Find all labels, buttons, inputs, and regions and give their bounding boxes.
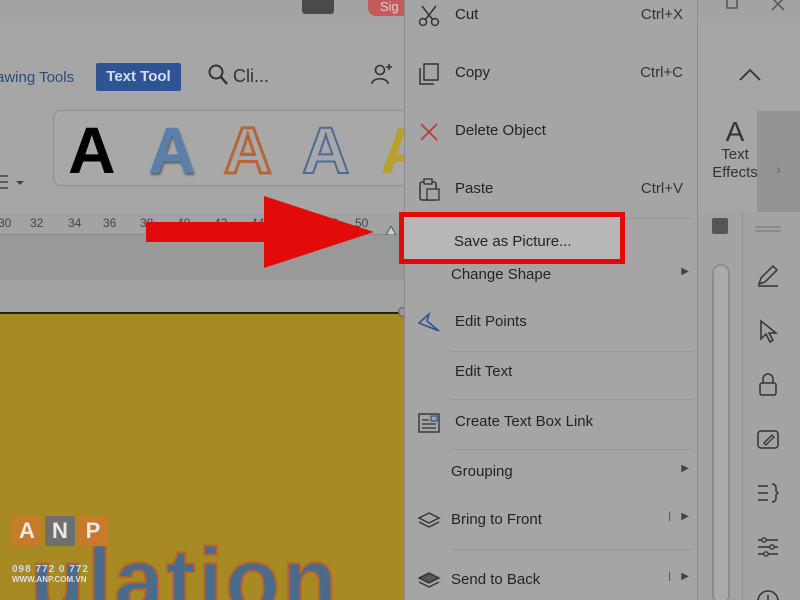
menu-item-save-as-picture[interactable]: Save as Picture... bbox=[399, 212, 625, 264]
search-text[interactable]: Cli... bbox=[233, 66, 269, 87]
edit-frame-icon[interactable] bbox=[755, 426, 781, 452]
menu-item-label: Bring to Front bbox=[451, 511, 542, 528]
ruler-number: 32 bbox=[30, 216, 44, 230]
sidebar-drag-handle[interactable] bbox=[755, 226, 781, 232]
lock-icon[interactable] bbox=[755, 372, 781, 398]
menu-item-grouping[interactable]: Grouping ▶ bbox=[405, 453, 699, 493]
bring-front-icon bbox=[417, 512, 441, 528]
sign-in-label: Sig bbox=[380, 0, 399, 14]
text-effects-label-2: Effects bbox=[712, 164, 758, 181]
settings-sliders-icon[interactable] bbox=[755, 534, 781, 560]
menu-item-shortcut: Ctrl+V bbox=[640, 180, 683, 197]
document-page bbox=[0, 280, 404, 310]
clock-icon[interactable] bbox=[755, 588, 781, 600]
scissors-icon bbox=[418, 5, 440, 27]
send-back-icon bbox=[417, 572, 441, 588]
menu-item-label: Cut bbox=[455, 6, 479, 23]
menu-item-bring-to-front[interactable]: Bring to Front | ▶ bbox=[405, 501, 699, 541]
ruler-number: 34 bbox=[68, 216, 82, 230]
logo-letter: P bbox=[78, 516, 108, 546]
text-effects-label-1: Text bbox=[721, 146, 749, 163]
pen-icon[interactable] bbox=[755, 262, 781, 288]
tab-text-tool[interactable]: Text Tool bbox=[96, 63, 181, 91]
right-sidebar bbox=[742, 212, 800, 600]
restore-window-icon[interactable] bbox=[724, 0, 742, 12]
submenu-arrow-icon: ▶ bbox=[681, 266, 689, 277]
menu-item-label: Copy bbox=[455, 64, 491, 81]
menu-item-label: Save as Picture... bbox=[454, 233, 572, 250]
indent-marker-icon[interactable] bbox=[386, 226, 396, 235]
scroll-top-button[interactable] bbox=[712, 218, 728, 234]
submenu-arrow-icon: ▶ bbox=[681, 511, 689, 522]
share-user-icon[interactable] bbox=[370, 62, 394, 86]
menu-item-send-to-back[interactable]: Send to Back | ▶ bbox=[405, 561, 699, 600]
logo-phone: 098 772 0 772 bbox=[12, 564, 89, 575]
menu-item-copy[interactable]: Copy Ctrl+C bbox=[405, 54, 699, 94]
text-style-orange-outline[interactable]: A bbox=[223, 114, 274, 186]
menu-separator bbox=[451, 449, 693, 450]
menu-item-label: Delete Object bbox=[455, 122, 546, 139]
search-icon[interactable] bbox=[208, 64, 228, 86]
menu-separator bbox=[451, 399, 693, 400]
menu-item-shortcut: Ctrl+X bbox=[640, 6, 683, 23]
text-style-black[interactable]: A bbox=[68, 115, 116, 185]
list-dropdown-icon[interactable] bbox=[0, 172, 26, 192]
submenu-arrow-icon: ▶ bbox=[681, 571, 689, 582]
submenu-arrow-icon: ▶ bbox=[681, 463, 689, 474]
edit-points-icon bbox=[417, 311, 440, 332]
text-effects-icon: A bbox=[725, 116, 745, 147]
menu-item-label: Send to Back bbox=[451, 571, 541, 588]
menu-item-edit-text[interactable]: Edit Text bbox=[405, 353, 699, 393]
cursor-icon[interactable] bbox=[755, 318, 781, 344]
vertical-scrollbar[interactable] bbox=[698, 212, 742, 600]
menu-separator bbox=[451, 351, 693, 352]
text-style-gallery: A A A A A bbox=[53, 110, 413, 186]
text-style-blue-shadow[interactable]: A bbox=[148, 115, 196, 185]
title-bar-tab[interactable] bbox=[302, 0, 334, 14]
menu-item-paste[interactable]: Paste Ctrl+V bbox=[405, 170, 699, 210]
ruler-number: 30 bbox=[0, 216, 12, 230]
menu-item-label: Edit Text bbox=[455, 363, 513, 380]
text-style-blue-outline[interactable]: A bbox=[301, 114, 351, 185]
copy-icon bbox=[419, 63, 439, 85]
annotation-arrow bbox=[146, 196, 374, 268]
menu-separator bbox=[451, 549, 693, 550]
menu-item-delete-object[interactable]: Delete Object bbox=[405, 112, 699, 152]
logo-letter: N bbox=[45, 516, 75, 546]
menu-item-label: Create Text Box Link bbox=[455, 413, 594, 430]
close-icon[interactable] bbox=[770, 0, 786, 12]
ruler-number: 36 bbox=[103, 216, 117, 230]
context-menu: Cut Ctrl+X Copy Ctrl+C Delete Object Pas… bbox=[404, 0, 698, 600]
menu-item-label: Edit Points bbox=[455, 313, 527, 330]
menu-item-label: Grouping bbox=[451, 463, 513, 480]
collapse-ribbon-icon[interactable] bbox=[738, 66, 762, 82]
ribbon-scroll-right-button[interactable]: › bbox=[757, 111, 800, 228]
text-box-link-icon bbox=[418, 413, 440, 433]
scroll-thumb[interactable] bbox=[712, 264, 730, 600]
menu-item-edit-points[interactable]: Edit Points bbox=[405, 303, 699, 343]
anp-logo: A N P 098 772 0 772 WWW.ANP.COM.VN bbox=[12, 516, 112, 592]
logo-website: WWW.ANP.COM.VN bbox=[12, 575, 87, 584]
submenu-divider: | bbox=[668, 511, 671, 522]
submenu-divider: | bbox=[668, 571, 671, 582]
tab-drawing-tools[interactable]: awing Tools bbox=[0, 69, 74, 86]
text-effects-button[interactable]: A Text Effects bbox=[706, 118, 764, 182]
delete-x-icon bbox=[420, 123, 438, 141]
paste-icon bbox=[419, 178, 440, 201]
menu-item-shortcut: Ctrl+C bbox=[640, 64, 683, 81]
menu-item-label: Paste bbox=[455, 180, 494, 197]
menu-item-create-text-box-link[interactable]: Create Text Box Link bbox=[405, 403, 699, 443]
text-align-icon[interactable] bbox=[755, 480, 781, 506]
menu-item-label: Change Shape bbox=[451, 266, 552, 283]
logo-letter: A bbox=[12, 516, 42, 546]
menu-item-cut[interactable]: Cut Ctrl+X bbox=[405, 0, 699, 36]
